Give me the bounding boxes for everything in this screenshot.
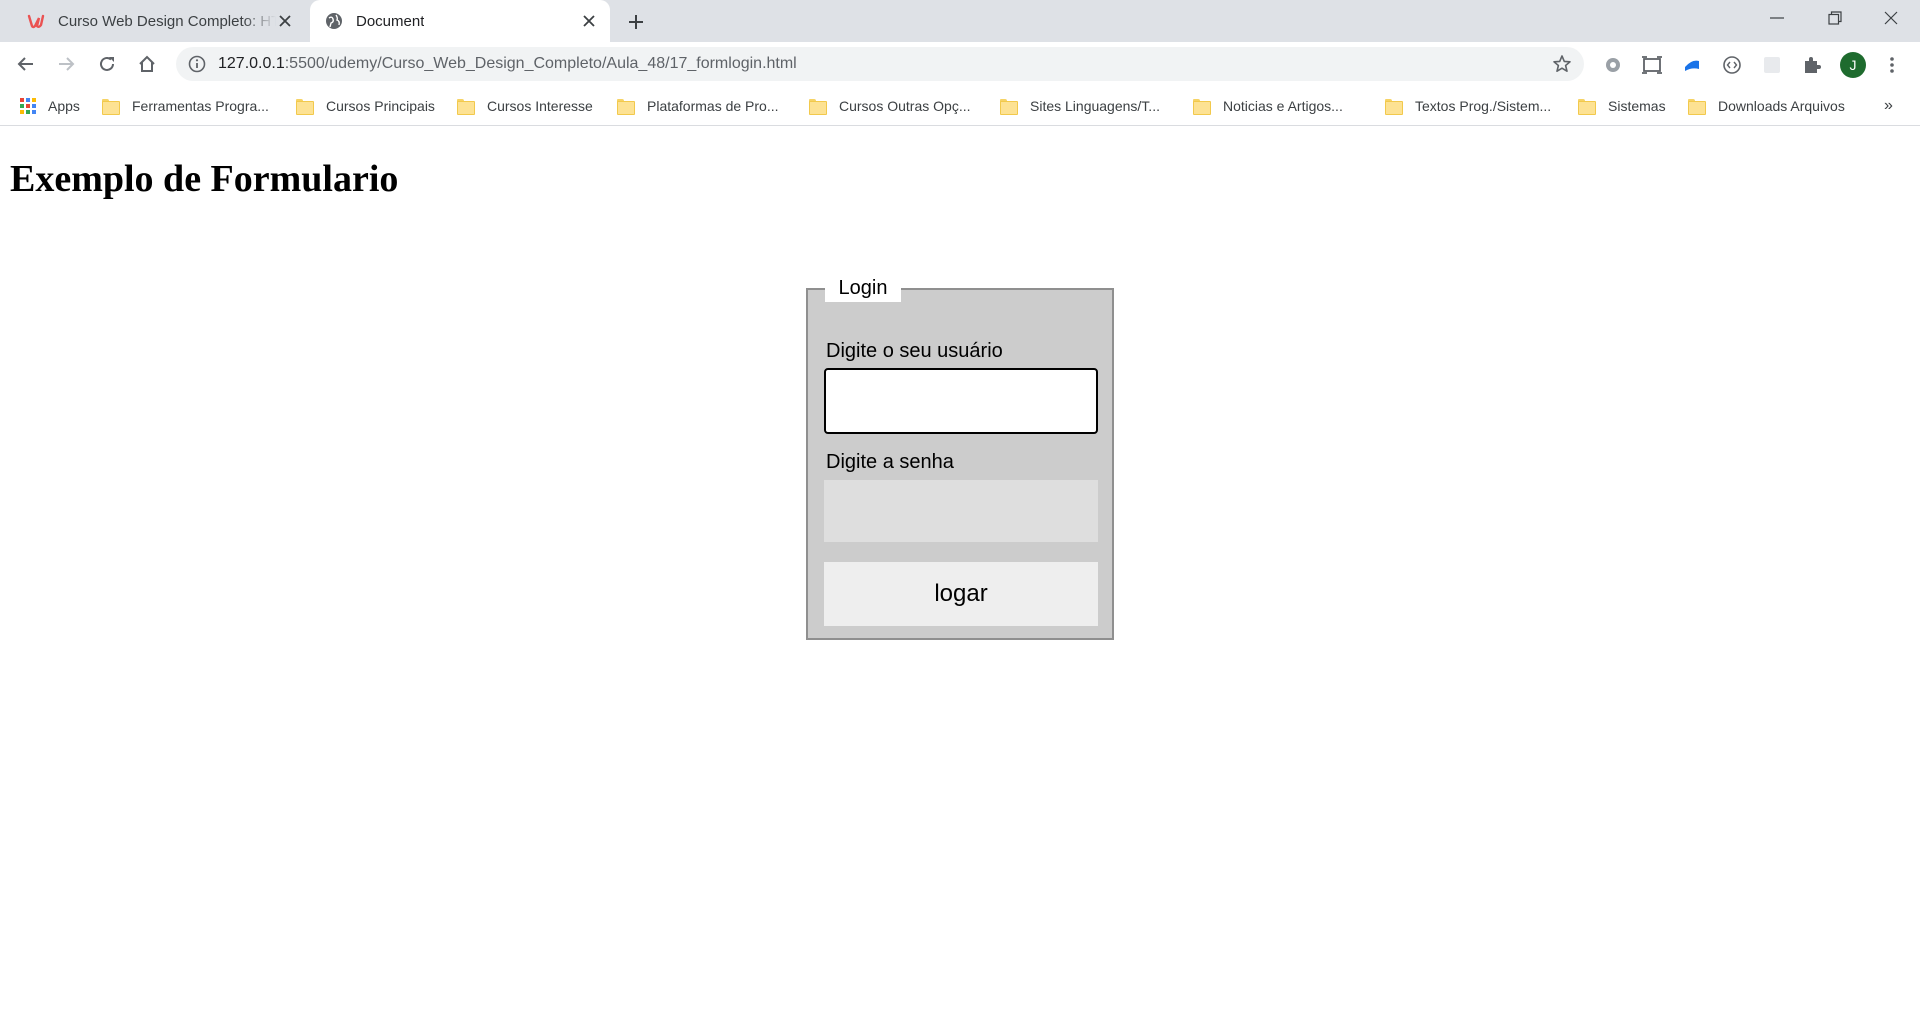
password-input[interactable]: [824, 480, 1098, 542]
home-icon: [139, 55, 155, 72]
tab-strip: Curso Web Design Completo: HT Document: [0, 0, 1920, 42]
login-legend: Login: [825, 274, 901, 302]
restore-icon: [1828, 11, 1842, 25]
minimize-icon: [1770, 17, 1784, 19]
extension-code-icon[interactable]: [1720, 53, 1744, 77]
folder-icon: [1578, 99, 1596, 115]
tab-title: Curso Web Design Completo: HT: [58, 12, 276, 30]
tab-document[interactable]: Document: [310, 0, 610, 42]
back-button[interactable]: [12, 50, 40, 78]
bookmarks-bar: Apps Ferramentas Progra... Cursos Princi…: [0, 86, 1920, 126]
bookmark-label: Cursos Principais: [326, 98, 435, 114]
bookmark-folder[interactable]: Sistemas: [1578, 96, 1666, 116]
bookmark-folder[interactable]: Plataformas de Pro...: [617, 96, 779, 116]
screen-capture-icon[interactable]: [1640, 53, 1664, 77]
restore-button[interactable]: [1806, 0, 1864, 36]
extension-gear-icon[interactable]: [1601, 53, 1625, 77]
bookmark-folder[interactable]: Textos Prog./Sistem...: [1385, 96, 1551, 116]
password-label: Digite a senha: [826, 451, 954, 473]
minimize-button[interactable]: [1748, 0, 1806, 36]
bookmark-label: Noticias e Artigos...: [1223, 98, 1343, 114]
tab-title: Document: [356, 12, 425, 30]
login-button[interactable]: logar: [824, 562, 1098, 626]
new-tab-button[interactable]: [622, 8, 650, 36]
reload-icon: [100, 56, 114, 71]
profile-avatar[interactable]: J: [1840, 52, 1866, 78]
url-path: :5500/udemy/Curso_Web_Design_Completo/Au…: [284, 55, 797, 72]
globe-icon: [324, 11, 344, 31]
info-icon[interactable]: [188, 55, 206, 73]
extension-blank-icon[interactable]: [1760, 53, 1784, 77]
url-text[interactable]: 127.0.0.1:5500/udemy/Curso_Web_Design_Co…: [218, 55, 797, 73]
address-bar[interactable]: 127.0.0.1:5500/udemy/Curso_Web_Design_Co…: [176, 47, 1584, 81]
bookmark-label: Ferramentas Progra...: [132, 98, 269, 114]
close-icon: [1884, 11, 1898, 25]
bookmark-folder[interactable]: Cursos Outras Opç...: [809, 96, 970, 116]
bookmark-apps[interactable]: Apps: [20, 96, 80, 116]
folder-icon: [457, 99, 475, 115]
bookmark-label: Plataformas de Pro...: [647, 98, 779, 114]
forward-button[interactable]: [52, 50, 80, 78]
folder-icon: [1000, 99, 1018, 115]
bookmark-folder[interactable]: Sites Linguagens/T...: [1000, 96, 1160, 116]
folder-icon: [296, 99, 314, 115]
plus-icon: [629, 15, 643, 29]
udemy-logo-icon: [26, 11, 46, 31]
bookmark-label: Apps: [48, 98, 80, 114]
bookmark-label: Sistemas: [1608, 98, 1666, 114]
extensions-puzzle-icon[interactable]: [1800, 53, 1824, 77]
username-input[interactable]: [824, 368, 1098, 434]
folder-icon: [102, 99, 120, 115]
bookmark-label: Downloads Arquivos: [1718, 98, 1845, 114]
username-label: Digite o seu usuário: [826, 340, 1003, 362]
folder-icon: [1193, 99, 1211, 115]
folder-icon: [617, 99, 635, 115]
bookmark-folder[interactable]: Ferramentas Progra...: [102, 96, 269, 116]
close-window-button[interactable]: [1862, 0, 1920, 36]
home-button[interactable]: [133, 50, 161, 78]
browser-toolbar: 127.0.0.1:5500/udemy/Curso_Web_Design_Co…: [0, 42, 1920, 86]
extension-blue-icon[interactable]: [1680, 53, 1704, 77]
arrow-right-icon: [59, 57, 75, 71]
bookmark-folder[interactable]: Cursos Interesse: [457, 96, 593, 116]
folder-icon: [809, 99, 827, 115]
bookmark-folder[interactable]: Downloads Arquivos: [1688, 96, 1845, 116]
menu-kebab-icon[interactable]: [1880, 53, 1904, 77]
apps-grid-icon: [20, 98, 36, 114]
tab-udemy-course[interactable]: Curso Web Design Completo: HT: [14, 0, 306, 42]
bookmark-folder[interactable]: Noticias e Artigos...: [1193, 96, 1343, 116]
bookmark-label: Cursos Interesse: [487, 98, 593, 114]
bookmark-folder[interactable]: Cursos Principais: [296, 96, 435, 116]
login-fieldset: Login Digite o seu usuário Digite a senh…: [806, 274, 1114, 640]
url-host: 127.0.0.1: [218, 55, 285, 72]
folder-icon: [1688, 99, 1706, 115]
bookmark-label: Cursos Outras Opç...: [839, 98, 971, 114]
bookmark-star-icon[interactable]: [1552, 54, 1572, 74]
folder-icon: [1385, 99, 1403, 115]
bookmarks-overflow-button[interactable]: »: [1884, 96, 1893, 116]
close-tab-icon[interactable]: [580, 12, 598, 30]
close-tab-icon[interactable]: [276, 12, 294, 30]
bookmark-label: Textos Prog./Sistem...: [1415, 98, 1552, 114]
arrow-left-icon: [17, 57, 33, 71]
page-heading: Exemplo de Formulario: [10, 158, 399, 200]
bookmark-label: Sites Linguagens/T...: [1030, 98, 1160, 114]
reload-button[interactable]: [93, 50, 121, 78]
